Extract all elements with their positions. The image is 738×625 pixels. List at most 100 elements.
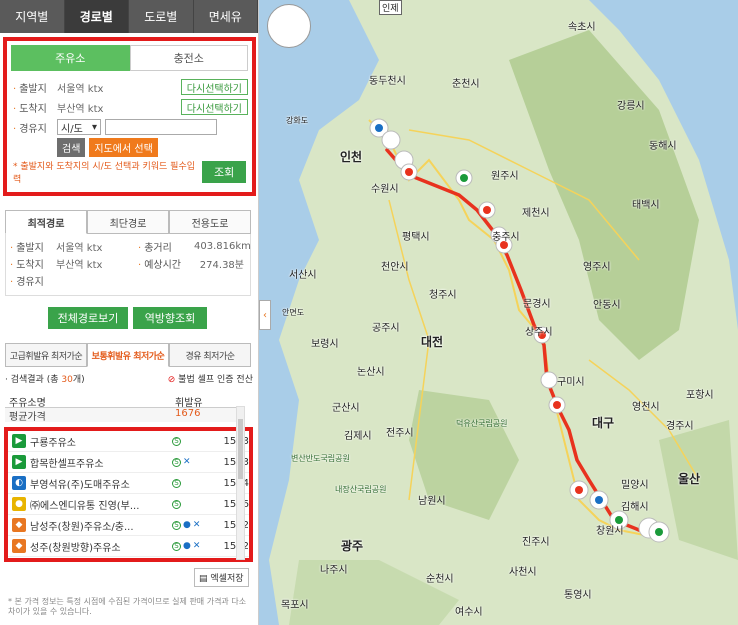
search-button[interactable]: 검색 <box>57 137 86 157</box>
drop-icon: ● <box>183 541 191 551</box>
query-button[interactable]: 조회 <box>202 161 246 183</box>
table-header: 주유소명 휘발유 <box>5 394 245 409</box>
map-label: 인천 <box>340 150 363 164</box>
map-label: 보령시 <box>311 339 339 350</box>
price-sort-tabs: 고급휘발유 최저가순 보통휘발유 최저가순 경유 최저가순 <box>5 343 251 367</box>
map-label: 김해시 <box>621 502 649 513</box>
map-label: 인제 <box>379 0 402 15</box>
map-label: 청주시 <box>429 290 457 301</box>
map-label: 대구 <box>592 416 615 430</box>
origin-value: 서울역 ktx <box>57 83 104 95</box>
map-label: 순천시 <box>426 574 454 585</box>
sidebar-collapse-button[interactable]: ‹ <box>259 300 271 330</box>
reverse-route-button[interactable]: 역방향조회 <box>133 307 207 329</box>
map-label: 전주시 <box>386 428 414 439</box>
map-label: 변산반도국립공원 <box>291 454 350 463</box>
brand-logo-icon: ▶ <box>12 455 26 469</box>
route-origin-value: 서울역 ktx <box>56 243 103 254</box>
self-icon: S <box>172 478 181 488</box>
distance-value: 403.816km <box>194 241 251 252</box>
tab-route[interactable]: 경로별 <box>64 0 129 33</box>
map-label: 수원시 <box>371 184 399 195</box>
route-dest-value: 부산역 ktx <box>56 260 103 271</box>
table-row[interactable]: ● ㈜에스엔디유통 진영(부... S 1586 <box>8 494 249 515</box>
map-label: 동두천시 <box>369 76 406 87</box>
tab-charging-station[interactable]: 충전소 <box>129 45 248 71</box>
route-dest-label: 도착지 <box>10 256 56 271</box>
map-pan-control[interactable] <box>267 4 311 48</box>
chevron-left-icon: ‹ <box>263 309 267 321</box>
time-value: 274.38분 <box>199 260 244 271</box>
table-row[interactable]: ◆ 남성주(창원)주유소/충... S ● ✕ 1592 <box>8 515 249 536</box>
map-view[interactable]: ‹ 인제 속초시 동두천시 춘천시 강릉시 강화도 동해시 인천 원주시 수원시… <box>259 0 738 625</box>
brand-logo-icon: ▶ <box>12 434 26 448</box>
map-label: 군산시 <box>332 403 360 414</box>
route-via-label: 경유지 <box>10 273 56 288</box>
tab-region[interactable]: 지역별 <box>0 0 65 33</box>
tab-gas-station[interactable]: 주유소 <box>11 45 130 71</box>
price-table: 주유소명 휘발유 평균가격 1676 <box>5 394 245 423</box>
table-row[interactable]: ◐ 부영석유(주)도매주유소 S 1564 <box>8 473 249 494</box>
self-icon: S <box>172 436 181 446</box>
table-row[interactable]: ◆ 성주(창원방향)주유소 S ● ✕ 1592 <box>8 536 249 557</box>
price-disclaimer: * 본 가격 정보는 특정 시점에 수집된 가격이므로 실제 판매 가격과 다소… <box>8 597 247 616</box>
map-label: 통영시 <box>564 590 592 601</box>
avg-price: 1676 <box>175 408 201 419</box>
map-label: 영주시 <box>583 262 611 273</box>
map-label: 영천시 <box>632 402 660 413</box>
map-label: 사천시 <box>509 567 537 578</box>
map-label: 여수시 <box>455 607 483 618</box>
network-icon: ✕ <box>192 541 201 551</box>
full-route-button[interactable]: 전체경로보기 <box>48 307 128 329</box>
map-label: 제천시 <box>522 208 550 219</box>
map-label: 춘천시 <box>452 79 480 90</box>
tab-road[interactable]: 도로별 <box>129 0 194 33</box>
map-label: 논산시 <box>357 367 385 378</box>
select-on-map-button[interactable]: 지도에서 선택 <box>89 137 158 157</box>
tab-taxfree[interactable]: 면세유 <box>194 0 258 33</box>
map-label: 내장산국립공원 <box>335 485 387 494</box>
brand-logo-icon: ● <box>12 497 26 511</box>
map-label: 공주시 <box>372 323 400 334</box>
network-icon: ✕ <box>183 457 191 467</box>
tab-regular-lowest[interactable]: 보통휘발유 최저가순 <box>87 343 169 367</box>
map-label: 안면도 <box>282 308 305 317</box>
tab-premium-lowest[interactable]: 고급휘발유 최저가순 <box>5 343 87 367</box>
tab-expressway[interactable]: 전용도로 <box>169 210 251 234</box>
network-icon: ✕ <box>192 520 201 530</box>
table-row[interactable]: ▶ 합목한셀프주유소 S ✕ 1563 <box>8 452 249 473</box>
chevron-down-icon: ▾ <box>91 121 97 133</box>
station-type-legend: ⊘ 불법 셀프 인증 전산 <box>167 375 253 385</box>
map-label: 포항시 <box>686 390 714 401</box>
via-label: 경유지 <box>13 120 57 135</box>
excel-save-button[interactable]: ▤ 엑셀저장 <box>194 568 249 587</box>
list-scrollbar[interactable] <box>236 406 245 560</box>
map-label: 울산 <box>678 472 701 486</box>
map-label: 강릉시 <box>617 101 645 112</box>
map-label: 경주시 <box>666 421 694 432</box>
required-warning: * 출발지와 도착지의 시/도 선택과 키워드 필수입력 <box>13 162 196 185</box>
self-icon: S <box>172 457 181 467</box>
map-label: 목포시 <box>281 600 309 611</box>
result-legend-row: · 검색결과 (총 30개) ⊘ 불법 셀프 인증 전산 <box>5 372 253 385</box>
origin-reselect-button[interactable]: 다시선택하기 <box>180 79 248 95</box>
map-label: 나주시 <box>320 565 348 576</box>
province-select[interactable]: 시/도 ▾ <box>57 119 101 135</box>
via-keyword-input[interactable] <box>105 119 217 135</box>
dest-reselect-button[interactable]: 다시선택하기 <box>180 99 248 115</box>
self-icon: S <box>172 499 181 509</box>
col-name-header: 주유소명 <box>9 398 46 409</box>
map-label: 문경시 <box>523 299 551 310</box>
table-row[interactable]: ▶ 구룡주유소 S 1563 <box>8 431 249 452</box>
map-label: 속초시 <box>568 22 596 33</box>
dest-label: 도착지 <box>13 100 57 115</box>
map-label: 남원시 <box>418 496 446 507</box>
tab-shortest-route[interactable]: 최단경로 <box>87 210 169 234</box>
tab-diesel-lowest[interactable]: 경유 최저가순 <box>169 343 251 367</box>
tab-optimal-route[interactable]: 최적경로 <box>5 210 87 234</box>
map-label: 평택시 <box>402 232 430 243</box>
top-nav: 지역별 경로별 도로별 면세유 <box>0 0 258 33</box>
route-summary: 출발지 서울역 ktx 총거리 403.816km 도착지 부산역 ktx 예상… <box>5 234 251 296</box>
map-label: 천안시 <box>381 262 409 273</box>
dest-value: 부산역 ktx <box>57 103 104 115</box>
